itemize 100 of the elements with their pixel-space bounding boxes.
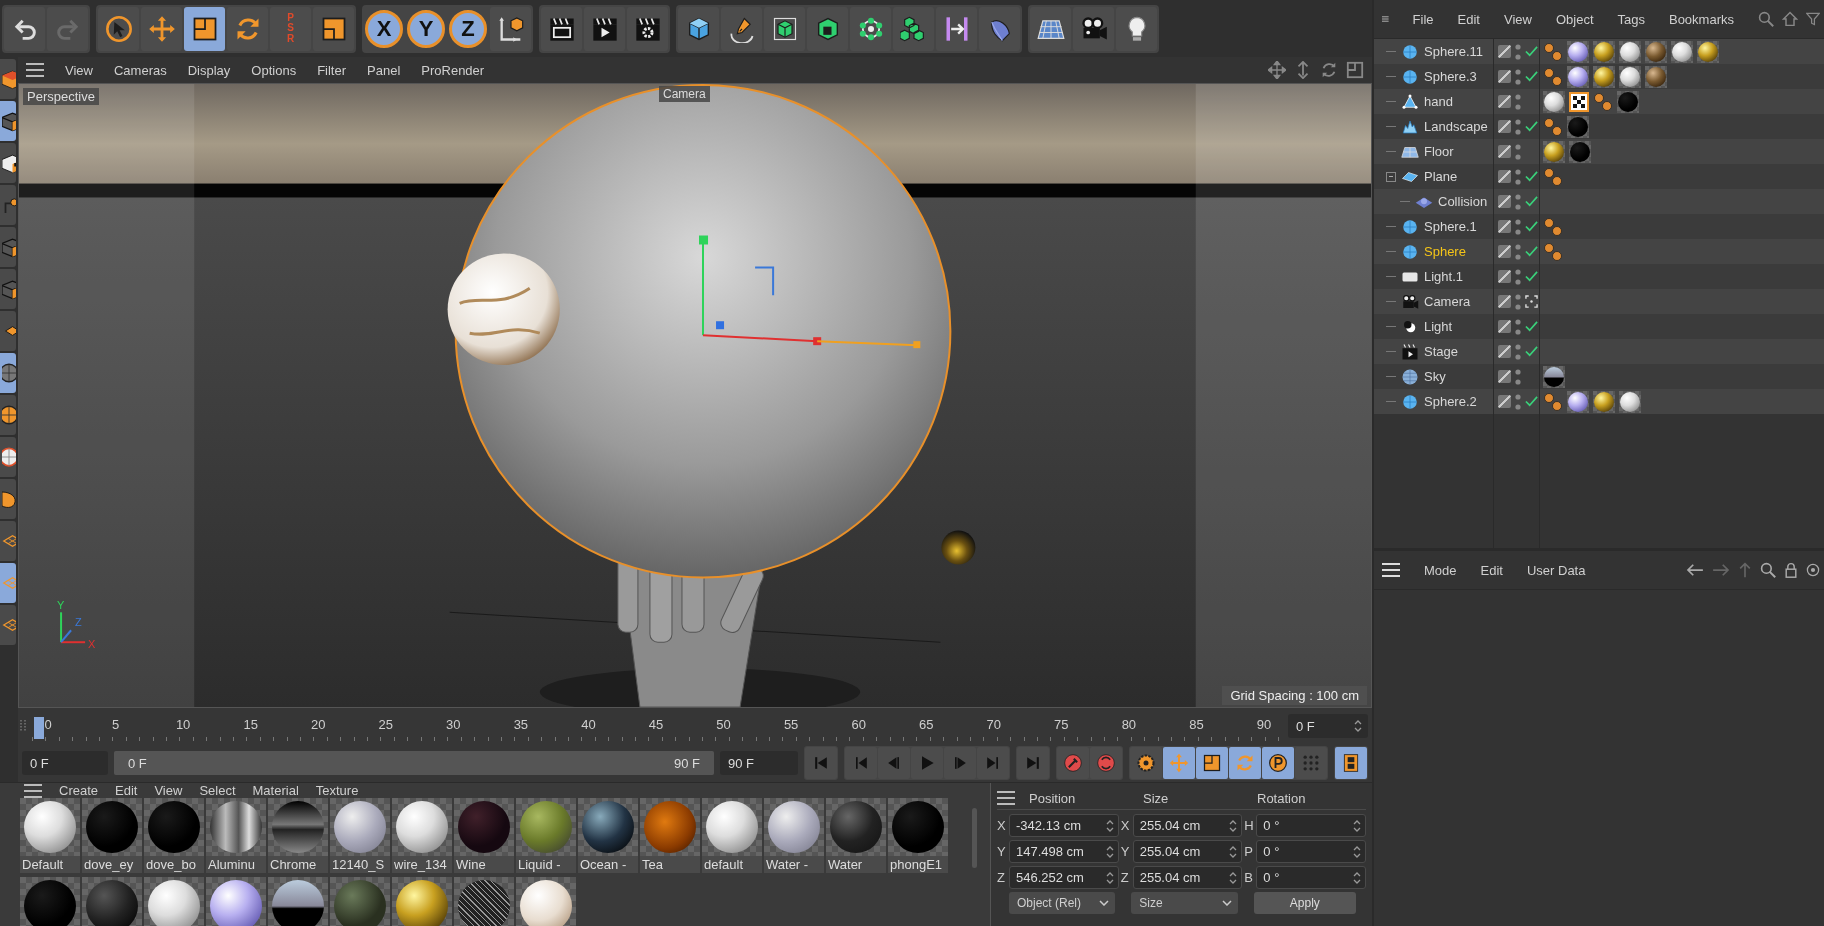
material-tag[interactable] <box>1645 40 1667 63</box>
coordinate-field[interactable]: 255.04 cm <box>1132 840 1243 863</box>
layer-toggle[interactable] <box>1498 70 1511 83</box>
frame-range-slider[interactable]: 0 F 90 F <box>114 751 714 775</box>
coordinate-field[interactable]: 546.252 cm <box>1009 866 1119 889</box>
menu-item[interactable]: Filter <box>317 62 347 78</box>
menu-item[interactable]: Edit <box>1457 11 1480 27</box>
material-tag[interactable] <box>1593 65 1615 88</box>
menu-item[interactable]: View <box>1503 11 1532 27</box>
material-tag[interactable] <box>1645 65 1667 88</box>
move-view-icon[interactable] <box>1268 61 1286 79</box>
menu-item[interactable]: Texture <box>315 783 359 798</box>
object-name[interactable]: hand <box>1424 94 1453 109</box>
layer-toggle[interactable] <box>1498 295 1511 308</box>
phong-tag-icon[interactable] <box>1543 241 1563 262</box>
menu-item[interactable]: Object <box>1555 11 1594 27</box>
spinner-icon[interactable] <box>1105 871 1114 885</box>
sphere-icon[interactable] <box>2 362 16 384</box>
menu-item[interactable]: View <box>154 783 183 798</box>
object-name[interactable]: Sky <box>1424 369 1446 384</box>
material-swatch[interactable]: Tea <box>640 798 700 873</box>
visibility-dots-icon[interactable] <box>1515 292 1521 311</box>
spinner-icon[interactable] <box>1354 719 1362 733</box>
material-tag[interactable] <box>1593 40 1615 63</box>
check-icon[interactable] <box>1525 320 1538 333</box>
layer-toggle[interactable] <box>1498 395 1511 408</box>
spinner-icon[interactable] <box>1353 871 1361 885</box>
phong-tag-icon[interactable] <box>1543 41 1563 62</box>
menu-item[interactable]: Display <box>187 62 231 78</box>
dropdown[interactable]: Object (Rel) <box>1009 892 1116 914</box>
move-icon[interactable] <box>147 14 176 43</box>
phong-tag-icon[interactable] <box>1543 116 1563 137</box>
sphere-icon[interactable] <box>2 404 16 426</box>
layer-toggle[interactable] <box>1498 145 1511 158</box>
lock-icon[interactable] <box>1784 562 1798 578</box>
end-frame-field[interactable]: 90 F <box>720 751 798 775</box>
material-swatch[interactable]: Wine <box>454 798 514 873</box>
material-tag[interactable] <box>1543 365 1565 388</box>
axis-lock-button[interactable]: Z <box>449 9 487 48</box>
check-icon[interactable] <box>1525 195 1538 208</box>
object-name[interactable]: Sphere <box>1424 244 1466 259</box>
menu-item[interactable]: Material <box>252 783 299 798</box>
visibility-dots-icon[interactable] <box>1515 192 1521 211</box>
menu-icon[interactable] <box>24 783 42 798</box>
layer-toggle[interactable] <box>1498 195 1511 208</box>
material-tag[interactable] <box>1567 40 1589 63</box>
scale-icon[interactable] <box>1202 753 1222 773</box>
phong-tag-icon[interactable] <box>1543 216 1563 237</box>
layer-toggle[interactable] <box>1498 45 1511 58</box>
material-tag[interactable] <box>1543 90 1565 113</box>
arrow-cursor-icon[interactable] <box>104 14 133 43</box>
object-name[interactable]: Light <box>1424 319 1453 334</box>
menu-item[interactable]: Select <box>199 783 236 798</box>
menu-item[interactable]: Edit <box>115 783 138 798</box>
material-swatch[interactable] <box>516 877 576 926</box>
material-swatch[interactable]: Aluminu <box>206 798 266 873</box>
orbit-view-icon[interactable] <box>1320 61 1338 79</box>
object-name[interactable]: Sphere.3 <box>1424 69 1477 84</box>
menu-item[interactable]: Create <box>59 783 99 798</box>
material-tag[interactable] <box>1619 40 1641 63</box>
layer-toggle[interactable] <box>1498 95 1511 108</box>
menu-item[interactable]: User Data <box>1526 562 1586 578</box>
object-name[interactable]: Stage <box>1424 344 1458 359</box>
object-name[interactable]: Sphere.1 <box>1424 219 1477 234</box>
grip-icon[interactable] <box>20 719 26 733</box>
visibility-dots-icon[interactable] <box>1515 392 1521 411</box>
check-icon[interactable] <box>1525 245 1538 258</box>
menu-item[interactable]: ProRender <box>421 62 485 78</box>
material-tag[interactable] <box>1567 65 1589 88</box>
material-swatch[interactable]: Ocean - <box>578 798 638 873</box>
material-swatch[interactable] <box>20 877 80 926</box>
material-swatch[interactable]: Default <box>20 798 80 873</box>
dot-grid-icon[interactable] <box>1301 753 1321 773</box>
coordinate-field[interactable]: 0 ° <box>1256 866 1366 889</box>
menu-item[interactable]: Edit <box>1480 562 1503 578</box>
material-swatch[interactable] <box>454 877 514 926</box>
check-icon[interactable] <box>1525 120 1538 133</box>
check-icon[interactable] <box>1525 395 1538 408</box>
spinner-icon[interactable] <box>1229 819 1238 833</box>
menu-item[interactable]: File <box>1412 11 1434 27</box>
material-swatch[interactable]: default <box>702 798 762 873</box>
visibility-dots-icon[interactable] <box>1515 92 1521 111</box>
check-icon[interactable] <box>1525 270 1538 283</box>
visibility-dots-icon[interactable] <box>1515 317 1521 336</box>
object-name[interactable]: Collision <box>1438 194 1488 209</box>
object-name[interactable]: Sphere.11 <box>1424 44 1484 59</box>
menu-item[interactable]: Cameras <box>113 62 167 78</box>
spinner-icon[interactable] <box>1105 845 1114 859</box>
phong-tag-icon[interactable] <box>1543 391 1563 412</box>
coordinate-field[interactable]: 0 ° <box>1256 814 1366 837</box>
material-swatch[interactable] <box>268 877 328 926</box>
material-swatch[interactable] <box>206 877 266 926</box>
start-frame-field[interactable]: 0 F <box>22 751 108 775</box>
sphere-icon[interactable] <box>2 446 16 468</box>
back-arrow-icon[interactable] <box>1686 563 1704 577</box>
material-swatch[interactable]: Chrome <box>268 798 328 873</box>
layer-toggle[interactable] <box>1498 120 1511 133</box>
checker-tag-icon[interactable] <box>1569 91 1589 112</box>
visibility-dots-icon[interactable] <box>1515 67 1521 86</box>
parameter-key-icon[interactable] <box>1268 753 1288 773</box>
